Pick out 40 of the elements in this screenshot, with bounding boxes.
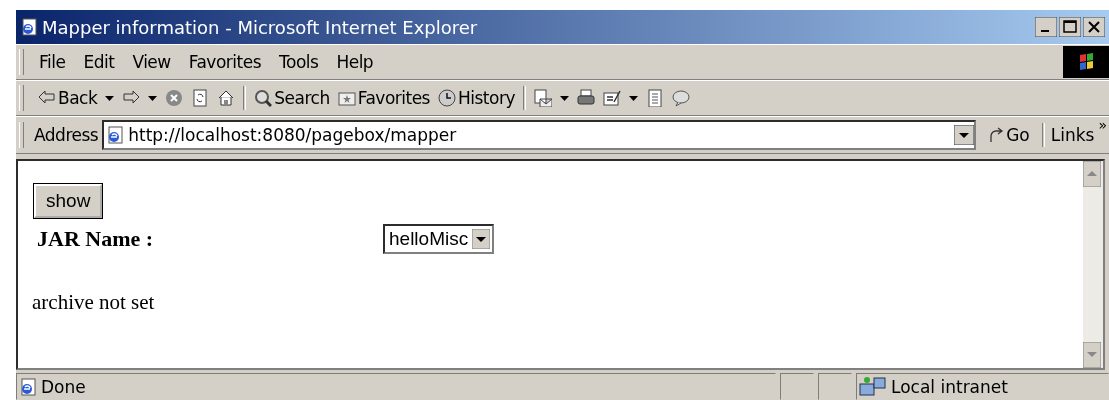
star-folder-icon [337, 89, 356, 107]
menu-item[interactable]: View [123, 52, 180, 72]
jar-name-select[interactable]: helloMisc [383, 224, 495, 254]
caret-icon[interactable] [628, 95, 638, 101]
search-icon [254, 89, 273, 107]
ie-page-icon [106, 126, 125, 144]
ie-page-icon [20, 18, 38, 36]
window-title: Mapper information - Microsoft Internet Explorer [42, 16, 479, 38]
dropdown-button[interactable] [954, 125, 975, 145]
field-label: JAR Name : [36, 226, 155, 252]
caret-icon[interactable] [148, 95, 158, 101]
history-button[interactable]: History [438, 88, 515, 108]
menu-item[interactable]: Help [327, 52, 383, 72]
caret-icon[interactable] [559, 95, 569, 101]
clock-icon [438, 89, 456, 107]
go-button[interactable]: Go [980, 125, 1038, 145]
dropdown-arrow-icon [472, 229, 491, 249]
address-label: Address [34, 125, 99, 145]
caret-icon[interactable] [105, 95, 115, 101]
menu-item[interactable]: Tools [270, 52, 328, 72]
address-field[interactable]: http://localhost:8080/pagebox/mapper [102, 120, 977, 150]
zone-text: Local intranet [891, 376, 1008, 397]
close-button[interactable] [1083, 17, 1105, 37]
go-arrow-icon [988, 127, 1005, 143]
windows-logo-icon [1063, 46, 1109, 78]
ie-page-icon [19, 377, 37, 396]
status-message: archive not set [32, 290, 156, 315]
menu-item[interactable]: File [30, 52, 75, 72]
back-button[interactable]: Back [38, 88, 98, 108]
menu-item[interactable]: Favorites [179, 52, 270, 72]
more-links-button[interactable]: » [1098, 117, 1109, 133]
maximize-button[interactable] [1059, 17, 1081, 37]
search-button[interactable]: Search [254, 88, 330, 108]
status-text: Done [41, 376, 86, 397]
menu-item[interactable]: Edit [74, 52, 124, 72]
network-computers-icon [859, 375, 887, 398]
minimize-button[interactable] [1035, 17, 1057, 37]
links-button[interactable]: Links [1048, 125, 1095, 145]
show-button[interactable]: show [34, 184, 103, 218]
favorites-button[interactable]: Favorites [337, 88, 430, 108]
